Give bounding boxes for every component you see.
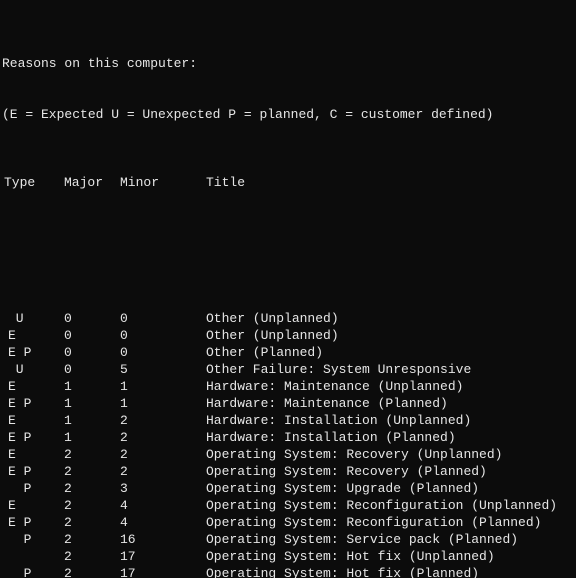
cell-type: U xyxy=(2,310,64,327)
cell-major: 2 xyxy=(64,514,120,531)
cell-title: Operating System: Hot fix (Unplanned) xyxy=(176,548,574,565)
cell-title: Operating System: Service pack (Planned) xyxy=(176,531,574,548)
cell-major: 2 xyxy=(64,565,120,578)
cell-minor: 1 xyxy=(120,378,176,395)
cell-major: 1 xyxy=(64,395,120,412)
cell-major: 2 xyxy=(64,531,120,548)
table-row: U00Other (Unplanned) xyxy=(2,310,574,327)
cell-major: 1 xyxy=(64,429,120,446)
cell-minor: 2 xyxy=(120,412,176,429)
table-row: E12Hardware: Installation (Unplanned) xyxy=(2,412,574,429)
cell-type: E P xyxy=(2,514,64,531)
cell-type: E xyxy=(2,378,64,395)
cell-type: U xyxy=(2,361,64,378)
table-row: U05Other Failure: System Unresponsive xyxy=(2,361,574,378)
cell-minor: 0 xyxy=(120,327,176,344)
cell-minor: 3 xyxy=(120,480,176,497)
cell-title: Hardware: Installation (Unplanned) xyxy=(176,412,574,429)
cell-minor: 1 xyxy=(120,395,176,412)
col-header-major: Major xyxy=(64,174,120,191)
table-row: E P00Other (Planned) xyxy=(2,344,574,361)
cell-major: 0 xyxy=(64,344,120,361)
cell-title: Operating System: Reconfiguration (Unpla… xyxy=(176,497,574,514)
table-row: E11Hardware: Maintenance (Unplanned) xyxy=(2,378,574,395)
cell-major: 2 xyxy=(64,480,120,497)
table-row: P23Operating System: Upgrade (Planned) xyxy=(2,480,574,497)
cell-minor: 4 xyxy=(120,497,176,514)
cell-title: Hardware: Installation (Planned) xyxy=(176,429,574,446)
cell-major: 2 xyxy=(64,497,120,514)
header-line-2: (E = Expected U = Unexpected P = planned… xyxy=(2,106,574,123)
cell-minor: 2 xyxy=(120,463,176,480)
cell-title: Operating System: Reconfiguration (Plann… xyxy=(176,514,574,531)
cell-type: E xyxy=(2,446,64,463)
col-header-type: Type xyxy=(2,174,64,191)
terminal-output: Reasons on this computer: (E = Expected … xyxy=(0,0,576,578)
cell-title: Operating System: Hot fix (Planned) xyxy=(176,565,574,578)
cell-major: 2 xyxy=(64,548,120,565)
table-row: E P11Hardware: Maintenance (Planned) xyxy=(2,395,574,412)
cell-major: 0 xyxy=(64,361,120,378)
column-headers: Type Major Minor Title xyxy=(2,174,574,191)
cell-type: E P xyxy=(2,344,64,361)
table-row: E P22Operating System: Recovery (Planned… xyxy=(2,463,574,480)
table-row: P217Operating System: Hot fix (Planned) xyxy=(2,565,574,578)
cell-major: 2 xyxy=(64,463,120,480)
cell-title: Other (Unplanned) xyxy=(176,310,574,327)
cell-title: Operating System: Recovery (Planned) xyxy=(176,463,574,480)
table-row: E24Operating System: Reconfiguration (Un… xyxy=(2,497,574,514)
cell-minor: 17 xyxy=(120,548,176,565)
blank-line xyxy=(2,242,574,259)
cell-type: E xyxy=(2,497,64,514)
col-header-minor: Minor xyxy=(120,174,176,191)
table-row: E00Other (Unplanned) xyxy=(2,327,574,344)
cell-minor: 4 xyxy=(120,514,176,531)
cell-minor: 0 xyxy=(120,310,176,327)
cell-title: Other (Planned) xyxy=(176,344,574,361)
reason-table-body: U00Other (Unplanned)E00Other (Unplanned)… xyxy=(2,310,574,578)
cell-title: Other Failure: System Unresponsive xyxy=(176,361,574,378)
cell-type: E P xyxy=(2,395,64,412)
cell-type: P xyxy=(2,565,64,578)
cell-type: E xyxy=(2,327,64,344)
cell-title: Other (Unplanned) xyxy=(176,327,574,344)
cell-type xyxy=(2,548,64,565)
cell-minor: 2 xyxy=(120,446,176,463)
cell-type: P xyxy=(2,531,64,548)
cell-minor: 0 xyxy=(120,344,176,361)
table-row: E22Operating System: Recovery (Unplanned… xyxy=(2,446,574,463)
cell-minor: 17 xyxy=(120,565,176,578)
cell-title: Hardware: Maintenance (Planned) xyxy=(176,395,574,412)
cell-major: 0 xyxy=(64,327,120,344)
table-row: P216Operating System: Service pack (Plan… xyxy=(2,531,574,548)
cell-major: 0 xyxy=(64,310,120,327)
cell-type: P xyxy=(2,480,64,497)
cell-major: 1 xyxy=(64,378,120,395)
col-header-title: Title xyxy=(176,174,574,191)
cell-title: Operating System: Recovery (Unplanned) xyxy=(176,446,574,463)
cell-title: Hardware: Maintenance (Unplanned) xyxy=(176,378,574,395)
cell-minor: 16 xyxy=(120,531,176,548)
cell-title: Operating System: Upgrade (Planned) xyxy=(176,480,574,497)
cell-type: E P xyxy=(2,463,64,480)
cell-major: 1 xyxy=(64,412,120,429)
table-row: E P24Operating System: Reconfiguration (… xyxy=(2,514,574,531)
cell-minor: 5 xyxy=(120,361,176,378)
cell-minor: 2 xyxy=(120,429,176,446)
header-line-1: Reasons on this computer: xyxy=(2,55,574,72)
table-row: 217Operating System: Hot fix (Unplanned) xyxy=(2,548,574,565)
cell-type: E P xyxy=(2,429,64,446)
cell-major: 2 xyxy=(64,446,120,463)
table-row: E P12Hardware: Installation (Planned) xyxy=(2,429,574,446)
cell-type: E xyxy=(2,412,64,429)
